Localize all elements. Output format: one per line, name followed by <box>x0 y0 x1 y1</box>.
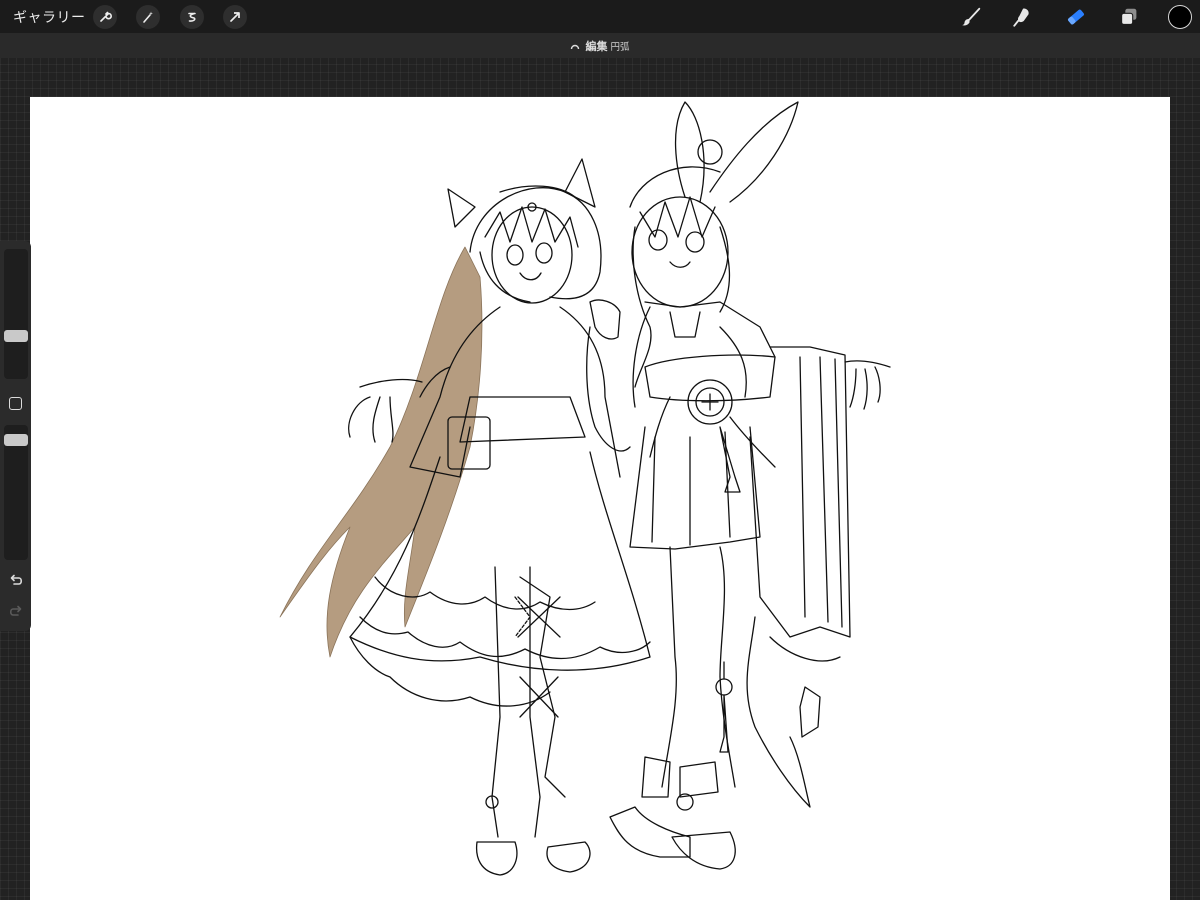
modify-square-icon[interactable] <box>9 397 22 410</box>
brush-size-slider[interactable] <box>4 249 28 379</box>
line-art-illustration <box>279 101 891 876</box>
shape-mode-label[interactable]: 円弧 <box>610 39 629 53</box>
undo-icon[interactable] <box>8 573 24 589</box>
edit-label[interactable]: 編集 <box>585 38 607 54</box>
opacity-thumb[interactable] <box>4 434 28 446</box>
brush-size-thumb[interactable] <box>4 330 28 342</box>
redo-icon[interactable] <box>8 604 24 620</box>
arc-icon <box>571 44 580 49</box>
eraser-icon[interactable] <box>1063 4 1089 30</box>
selection-icon[interactable] <box>180 5 204 29</box>
left-sidebar <box>0 241 31 631</box>
top-toolbar: ギャラリー <box>0 0 1200 33</box>
wrench-icon[interactable] <box>93 5 117 29</box>
gallery-button[interactable]: ギャラリー <box>13 7 86 27</box>
smudge-icon[interactable] <box>1010 4 1036 30</box>
transform-arrow-icon[interactable] <box>223 5 247 29</box>
brush-icon[interactable] <box>958 4 984 30</box>
layers-icon[interactable] <box>1116 4 1142 30</box>
magic-wand-icon[interactable] <box>136 5 160 29</box>
edit-shape-bar: 編集 円弧 <box>0 33 1200 58</box>
color-swatch[interactable] <box>1168 5 1192 29</box>
drawing-canvas[interactable] <box>30 97 1170 900</box>
